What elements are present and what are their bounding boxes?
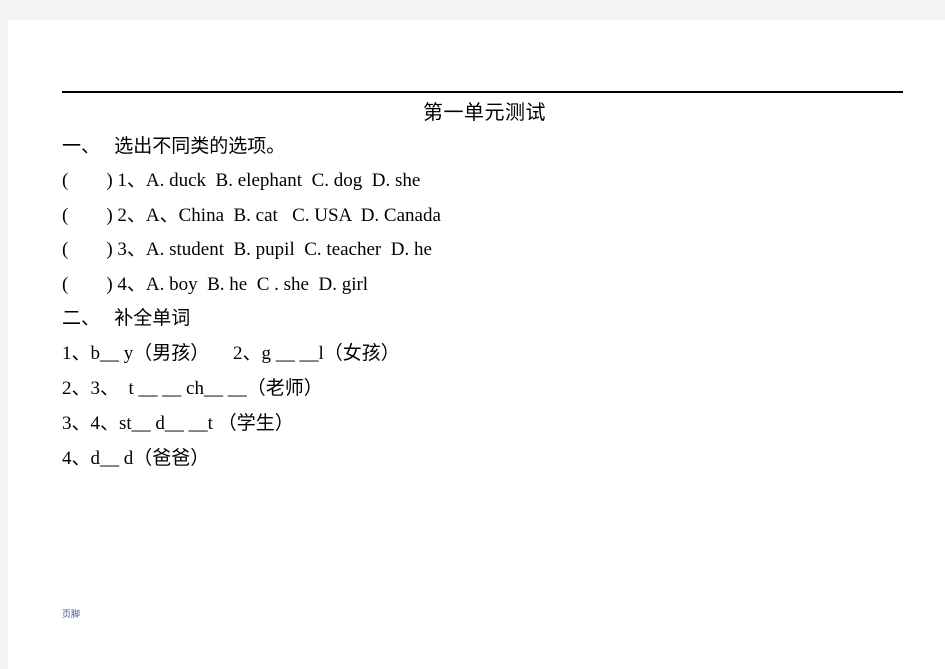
page-footer-label: 页脚	[62, 609, 81, 619]
section-heading-one: 一、 选出不同类的选项。	[62, 136, 286, 157]
question-item: 2、3、 t __ __ ch__ __（老师）	[62, 378, 323, 399]
question-item: ( ) 4、A. boy B. he C . she D. girl	[62, 273, 369, 295]
document-page: 第一单元测试 一、 选出不同类的选项。 ( ) 1、A. duck B. ele…	[8, 20, 945, 669]
question-item: ( ) 3、A. student B. pupil C. teacher D. …	[62, 239, 432, 260]
page-title: 第一单元测试	[423, 102, 546, 124]
section-heading-two: 二、 补全单词	[62, 308, 191, 329]
question-item: ( ) 1、A. duck B. elephant C. dog D. she	[62, 170, 421, 191]
question-item: 3、4、st__ d__ __t （学生）	[62, 413, 294, 434]
document-content: 第一单元测试 一、 选出不同类的选项。 ( ) 1、A. duck B. ele…	[62, 76, 907, 476]
question-item: 1、b__ y（男孩） 2、g __ __l（女孩）	[62, 343, 400, 364]
question-item: 4、d__ d（爸爸）	[62, 448, 210, 469]
question-item: ( ) 2、A、China B. cat C. USA D. Canada	[62, 204, 441, 226]
